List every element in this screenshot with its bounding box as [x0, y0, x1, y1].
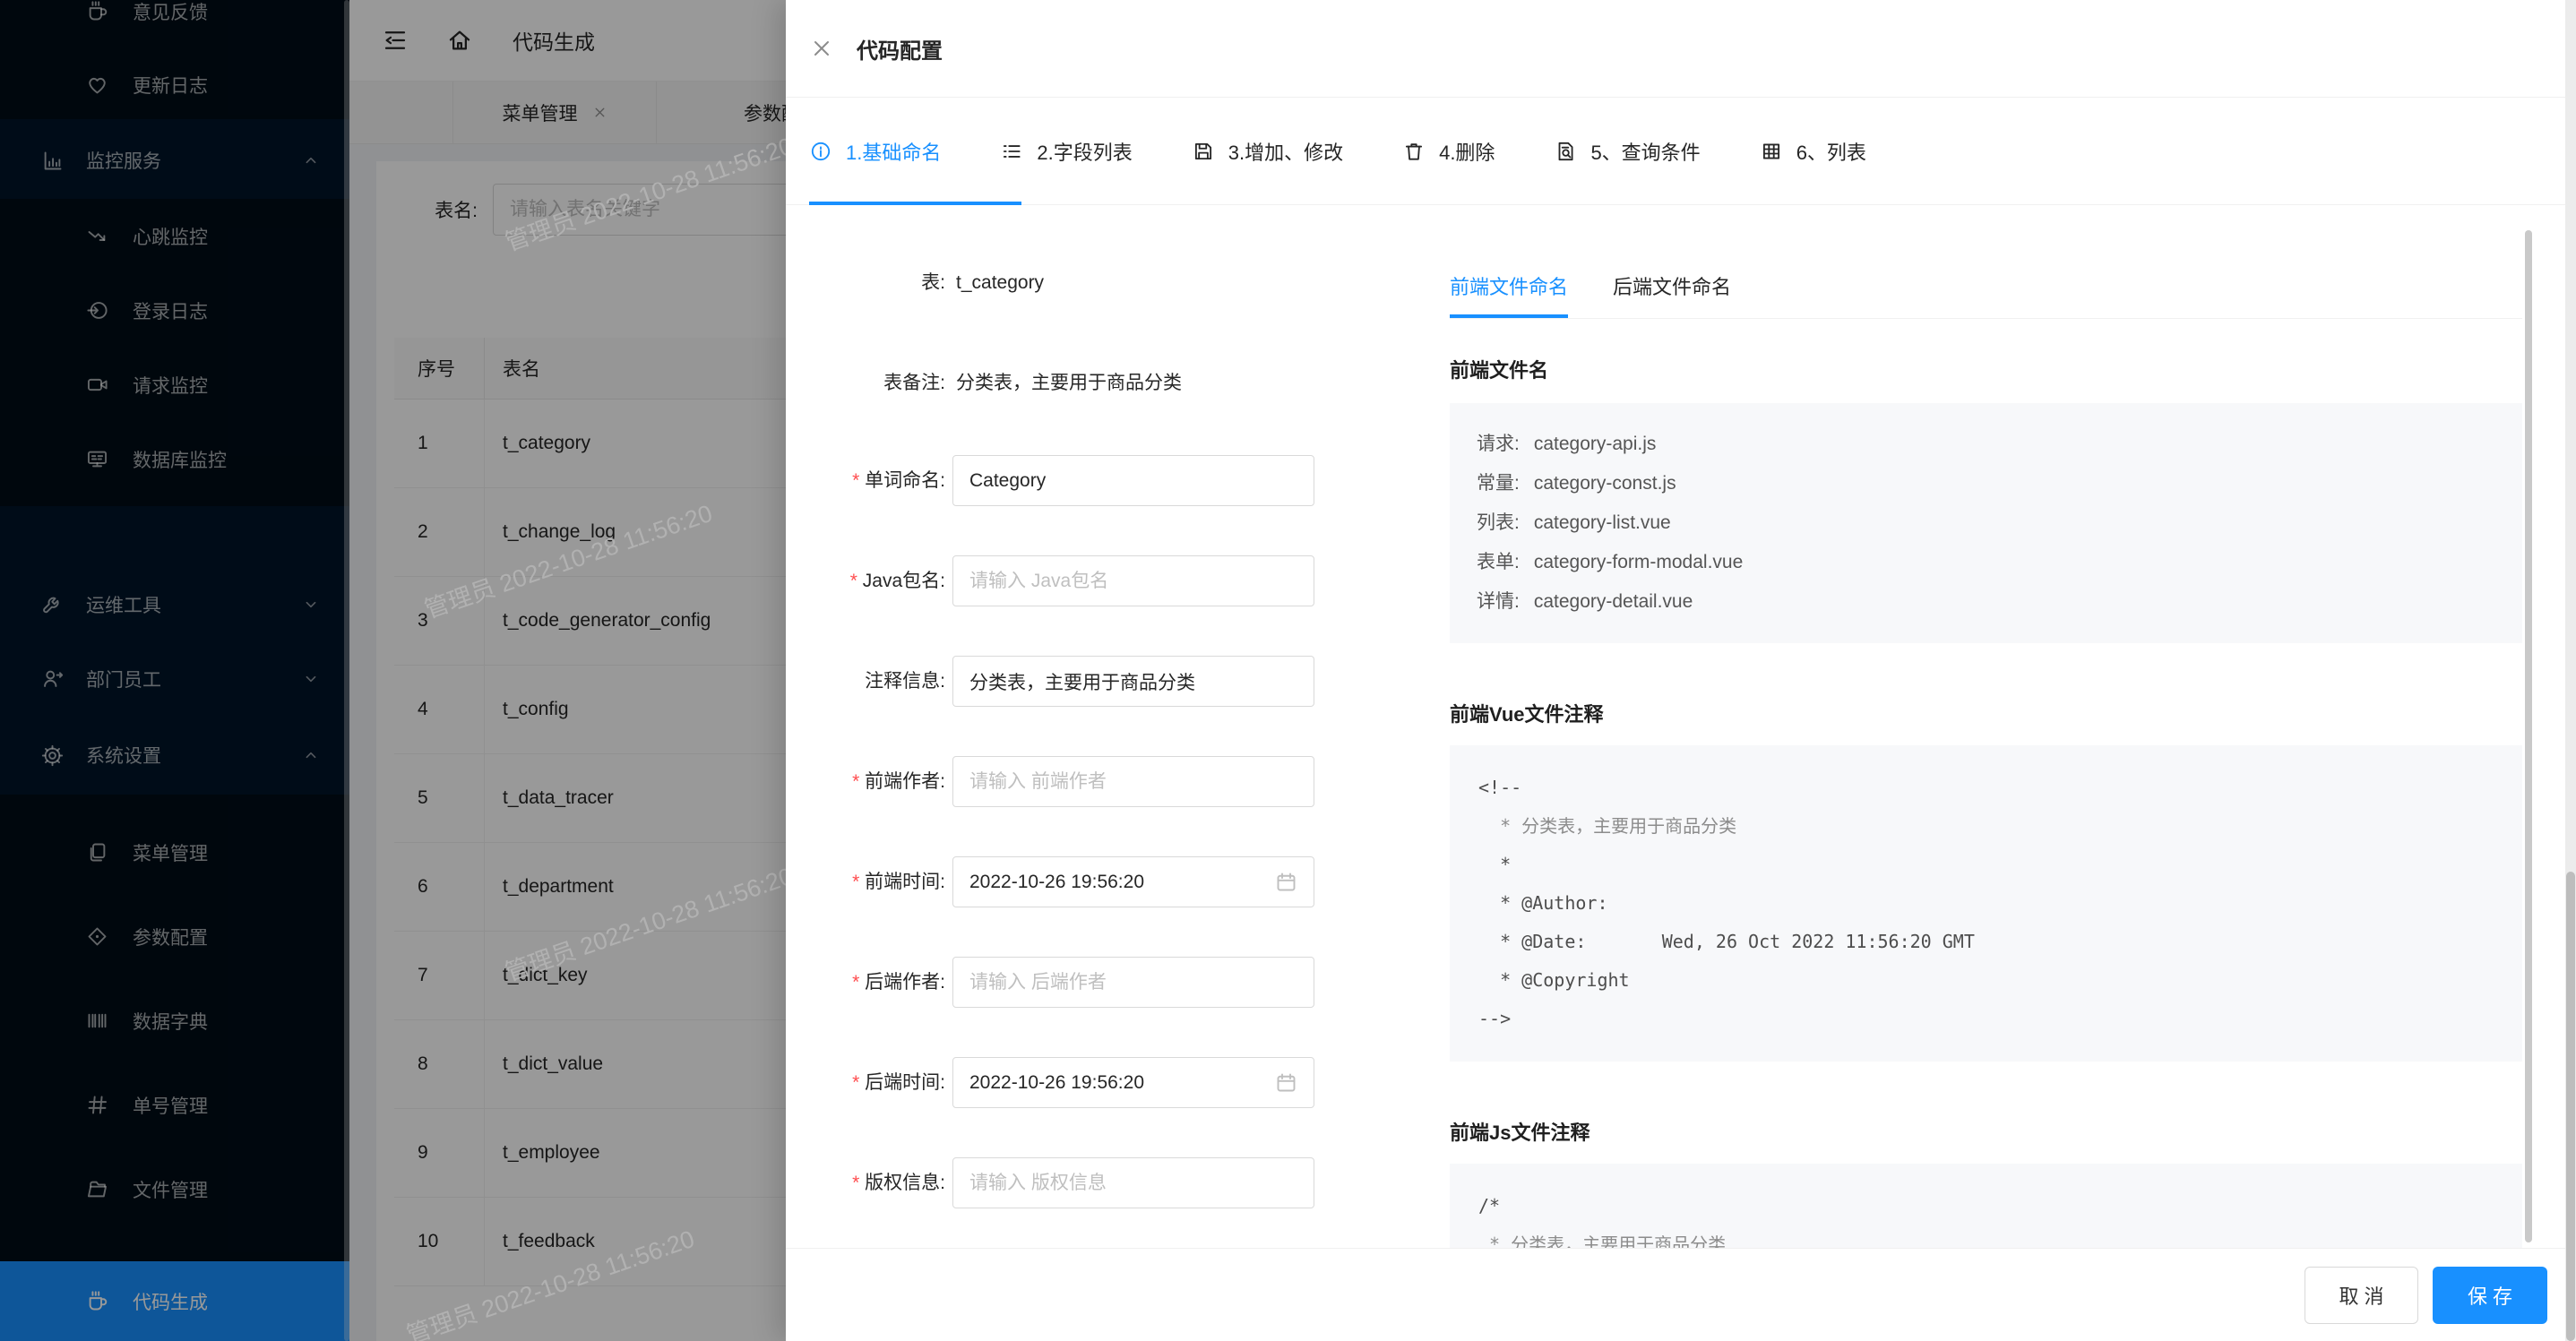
- file-search-icon: [1554, 140, 1577, 163]
- list-icon: [1000, 140, 1023, 163]
- drawer-content-scrollbar[interactable]: [2525, 230, 2532, 1242]
- file-kind-label: 详情:: [1477, 582, 1520, 622]
- step-tab-query-conditions[interactable]: 5、查询条件: [1554, 137, 1700, 166]
- drawer-mask-overlay[interactable]: [0, 0, 786, 1341]
- word-naming-input[interactable]: [952, 455, 1314, 506]
- frontend-time-label: 前端时间:: [786, 856, 945, 907]
- drawer-header: 代码配置: [786, 0, 2576, 98]
- step-tab-delete[interactable]: 4.删除: [1402, 137, 1495, 166]
- drawer-title: 代码配置: [857, 33, 943, 64]
- file-kind-label: 表单:: [1477, 543, 1520, 582]
- file-line: 列表: category-list.vue: [1477, 503, 2495, 543]
- file-name-value: category-detail.vue: [1534, 582, 1693, 622]
- file-name-value: category-api.js: [1534, 425, 1657, 464]
- table-remark-value: 分类表，主要用于商品分类: [956, 357, 1182, 408]
- cancel-button[interactable]: 取 消: [2305, 1267, 2418, 1324]
- file-name-value: category-form-modal.vue: [1534, 543, 1743, 582]
- js-comment-title: 前端Js文件注释: [1450, 1117, 2522, 1146]
- window-scrollbar-track[interactable]: [2565, 0, 2576, 1341]
- table-grid-icon: [1760, 140, 1783, 163]
- file-line: 常量: category-const.js: [1477, 464, 2495, 503]
- file-line: 请求: category-api.js: [1477, 425, 2495, 464]
- trash-icon: [1402, 140, 1426, 163]
- comment-info-label: 注释信息:: [786, 656, 945, 707]
- word-naming-label: 单词命名:: [786, 455, 945, 506]
- java-package-input[interactable]: [952, 555, 1314, 606]
- tab-frontend-file-naming[interactable]: 前端文件命名: [1450, 271, 1568, 318]
- frontend-filenames-title: 前端文件名: [1450, 355, 2522, 383]
- info-circle-icon: [809, 140, 832, 163]
- java-package-label: Java包名:: [786, 555, 945, 606]
- window-scrollbar-thumb[interactable]: [2566, 872, 2575, 1341]
- table-remark-label: 表备注:: [786, 357, 945, 408]
- backend-author-label: 后端作者:: [786, 957, 945, 1008]
- code-line: *: [1478, 846, 2494, 884]
- file-naming-tabs: 前端文件命名 后端文件命名: [1450, 204, 2522, 319]
- copyright-label: 版权信息:: [786, 1157, 945, 1208]
- file-name-value: category-list.vue: [1534, 503, 1671, 543]
- code-line: * @Author:: [1478, 884, 2494, 923]
- step-label: 2.字段列表: [1037, 137, 1132, 166]
- vue-comment-code-block: <!-- * 分类表，主要用于商品分类 * * @Author: * @Date…: [1450, 745, 2522, 1062]
- step-tab-list[interactable]: 6、列表: [1760, 137, 1866, 166]
- drawer-body: 表: t_category 表备注: 分类表，主要用于商品分类 单词命名: Ja…: [786, 204, 2576, 1248]
- code-line: * @Date: Wed, 26 Oct 2022 11:56:20 GMT: [1478, 923, 2494, 961]
- backend-time-label: 后端时间:: [786, 1057, 945, 1108]
- file-naming-panel: 前端文件命名 后端文件命名 前端文件名 请求: category-api.js …: [1450, 204, 2522, 1248]
- step-label: 1.基础命名: [846, 137, 941, 166]
- vue-comment-title: 前端Vue文件注释: [1450, 699, 2522, 727]
- tab-backend-file-naming[interactable]: 后端文件命名: [1613, 271, 1731, 318]
- js-comment-code-block: /* * 分类表，主要用于商品分类 * * @Author:: [1450, 1164, 2522, 1248]
- file-kind-label: 请求:: [1477, 425, 1520, 464]
- code-line: <!--: [1478, 769, 2494, 807]
- file-name-value: category-const.js: [1534, 464, 1676, 503]
- table-label: 表:: [786, 257, 945, 308]
- backend-author-input[interactable]: [952, 957, 1314, 1008]
- frontend-time-input[interactable]: [952, 856, 1314, 907]
- frontend-filenames-box: 请求: category-api.js 常量: category-const.j…: [1450, 403, 2522, 643]
- code-line: -->: [1478, 1000, 2494, 1038]
- code-line: * 分类表，主要用于商品分类: [1478, 1225, 2494, 1248]
- file-kind-label: 列表:: [1477, 503, 1520, 543]
- step-tabs: 1.基础命名 2.字段列表 3.增加、修改 4.删除 5、查询条件 6、列表: [786, 98, 2576, 205]
- table-value: t_category: [956, 257, 1044, 308]
- save-button[interactable]: 保 存: [2433, 1267, 2547, 1324]
- step-tab-add-modify[interactable]: 3.增加、修改: [1192, 137, 1343, 166]
- drawer-footer: 取 消 保 存: [786, 1248, 2576, 1341]
- frontend-author-input[interactable]: [952, 756, 1314, 807]
- code-line: * 分类表，主要用于商品分类: [1478, 807, 2494, 846]
- step-label: 4.删除: [1439, 137, 1495, 166]
- comment-info-input[interactable]: [952, 656, 1314, 707]
- step-label: 5、查询条件: [1590, 137, 1700, 166]
- close-icon[interactable]: [811, 38, 832, 59]
- step-tab-field-list[interactable]: 2.字段列表: [1000, 137, 1132, 166]
- step-tab-basic-naming[interactable]: 1.基础命名: [809, 137, 941, 166]
- file-line: 表单: category-form-modal.vue: [1477, 543, 2495, 582]
- basic-naming-form: 表: t_category 表备注: 分类表，主要用于商品分类 单词命名: Ja…: [786, 204, 1449, 1248]
- copyright-input[interactable]: [952, 1157, 1314, 1208]
- code-config-drawer: 代码配置 1.基础命名 2.字段列表 3.增加、修改 4.删除 5、查询条件 6…: [786, 0, 2576, 1341]
- frontend-author-label: 前端作者:: [786, 756, 945, 807]
- file-line: 详情: category-detail.vue: [1477, 582, 2495, 622]
- backend-time-input[interactable]: [952, 1057, 1314, 1108]
- code-line: * @Copyright: [1478, 961, 2494, 1000]
- step-label: 6、列表: [1796, 137, 1866, 166]
- step-label: 3.增加、修改: [1228, 137, 1343, 166]
- save-icon: [1192, 140, 1215, 163]
- file-kind-label: 常量:: [1477, 464, 1520, 503]
- code-line: /*: [1478, 1187, 2494, 1225]
